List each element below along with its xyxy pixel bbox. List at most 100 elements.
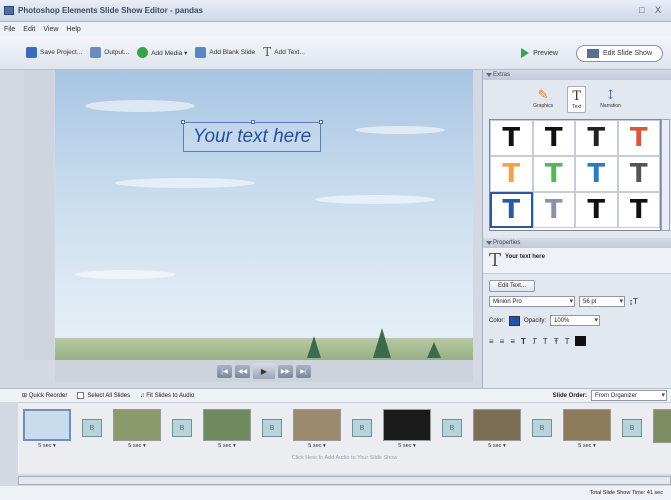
slide-thumbnail[interactable]: 5 sec ▾ [202,409,252,449]
slide-stage[interactable]: Your text here [55,70,473,360]
transition-icon[interactable]: B [442,419,462,437]
output-button[interactable]: Output... [90,47,129,58]
tab-narration[interactable]: ↕ Narration [596,86,625,113]
text-style-swatch[interactable]: T [575,120,618,156]
transition-icon[interactable]: B [622,419,642,437]
menu-file[interactable]: File [4,26,15,33]
transition-icon[interactable]: B [172,419,192,437]
transition-icon[interactable]: B [262,419,282,437]
style-grid-scrollbar[interactable] [661,119,670,231]
selected-text-name: Your text here [505,254,545,260]
slide-thumbnail[interactable]: 5 sec ▾ [292,409,342,449]
tab-graphics[interactable]: ✎ Graphics [529,86,557,113]
play-button[interactable]: ▶ [253,363,275,379]
menu-view[interactable]: View [43,26,58,33]
preview-label: Preview [533,49,558,57]
last-slide-button[interactable]: ▶| [296,364,311,378]
slide-image[interactable] [23,409,71,441]
fit-slides-to-audio-button[interactable]: ♫ Fit Slides to Audio [140,393,194,399]
add-audio-hint[interactable]: Click Here to Add Audio to Your Slide Sh… [18,455,671,465]
view-switcher: Preview Edit Slide Show [513,44,663,62]
text-style-swatch[interactable]: T [575,156,618,192]
add-media-button[interactable]: Add Media ▾ [137,47,187,58]
outline-style-icon[interactable]: Ŧ [554,337,559,346]
text-size-icon[interactable]: ↨T [629,297,638,306]
slide-thumbnail[interactable]: 5 sec ▾ [112,409,162,449]
extras-header[interactable]: Extras [483,70,671,80]
text-style-swatch[interactable]: T [532,156,575,192]
transition-icon[interactable]: B [352,419,372,437]
text-style-icon[interactable]: T [565,337,570,346]
align-right-icon[interactable]: ≡ [510,337,515,346]
align-left-icon[interactable]: ≡ [489,337,494,346]
text-style-swatch[interactable]: T [617,120,660,156]
text-box[interactable]: Your text here [181,120,323,152]
slide-duration[interactable]: 5 sec ▾ [38,443,55,449]
slide-duration[interactable]: 5 sec ▾ [308,443,325,449]
slide-duration[interactable]: 5 sec ▾ [488,443,505,449]
opacity-select[interactable]: 100% [550,315,601,326]
transport-controls: |◀ ◀◀ ▶ ▶▶ ▶| [55,360,473,382]
transition-icon[interactable]: B [82,419,102,437]
edit-slideshow-button[interactable]: Edit Slide Show [575,44,663,62]
text-style-swatch[interactable]: T [575,192,618,228]
bold-style-icon[interactable]: T [521,337,526,346]
shadow-style-icon[interactable]: T [543,337,548,346]
resize-handle[interactable] [251,120,255,124]
color-swatch[interactable] [509,315,521,326]
italic-style-icon[interactable]: T [532,337,537,346]
resize-handle[interactable] [319,120,323,124]
properties-header[interactable]: Properties [483,238,671,248]
text-style-swatch[interactable]: T [490,156,533,192]
filmstrip-scrollbar[interactable] [18,476,671,485]
text-style-swatch[interactable]: T [532,120,575,156]
add-blank-slide-button[interactable]: Add Blank Slide [195,47,255,58]
select-all-slides-checkbox[interactable]: Select All Slides [77,391,130,399]
edit-text-button[interactable]: Edit Text... [489,280,535,292]
stage-gutter [24,70,54,360]
text-style-swatch[interactable]: T [490,120,533,156]
stroke-color-swatch[interactable] [575,336,587,346]
text-style-swatch[interactable]: T [617,192,660,228]
previous-slide-button[interactable]: ◀◀ [235,364,250,378]
slide-image[interactable] [653,409,671,443]
slide-image[interactable] [113,409,161,441]
next-slide-button[interactable]: ▶▶ [278,364,293,378]
text-style-swatch[interactable]: T [490,192,533,228]
slide-image[interactable] [293,409,341,441]
font-size-select[interactable]: 56 pt [579,296,625,307]
slide-image[interactable] [473,409,521,441]
slide-image[interactable] [203,409,251,441]
align-center-icon[interactable]: ≡ [500,337,505,346]
slide-thumbnail[interactable] [652,409,671,449]
slide-thumbnail[interactable]: 5 sec ▾ [472,409,522,449]
menu-edit[interactable]: Edit [23,26,35,33]
slide-duration[interactable]: 5 sec ▾ [578,443,595,449]
slide-thumbnail[interactable]: 5 sec ▾ [382,409,432,449]
resize-handle[interactable] [181,120,185,124]
status-bar: Total Slide Show Time: 41 sec [0,486,671,500]
font-family-select[interactable]: Minion Pro [489,296,575,307]
save-icon [26,47,37,58]
add-text-button[interactable]: T Add Text... [263,46,305,58]
transition-icon[interactable]: B [532,419,552,437]
preview-button[interactable]: Preview [513,44,566,62]
slide-duration[interactable]: 5 sec ▾ [218,443,235,449]
text-style-swatch[interactable]: T [532,192,575,228]
slide-text[interactable]: Your text here [193,126,311,148]
slide-duration[interactable]: 5 sec ▾ [128,443,145,449]
slide-thumbnail[interactable]: 5 sec ▾ [562,409,612,449]
slide-duration[interactable]: 5 sec ▾ [398,443,415,449]
tab-text[interactable]: T Text [567,86,587,113]
save-project-button[interactable]: Save Project... [26,47,82,58]
first-slide-button[interactable]: |◀ [217,364,232,378]
slide-image[interactable] [563,409,611,441]
menu-help[interactable]: Help [66,26,80,33]
slide-image[interactable] [383,409,431,441]
window-controls[interactable]: □ X [639,5,665,15]
slide-thumbnail[interactable]: 5 sec ▾ [22,409,72,449]
slide-order-select[interactable]: From Organizer [591,390,667,401]
text-style-swatch[interactable]: T [617,156,660,192]
quick-reorder-button[interactable]: ⊞ Quick Reorder [22,392,67,399]
color-row: Color: Opacity: 100% [483,311,671,330]
